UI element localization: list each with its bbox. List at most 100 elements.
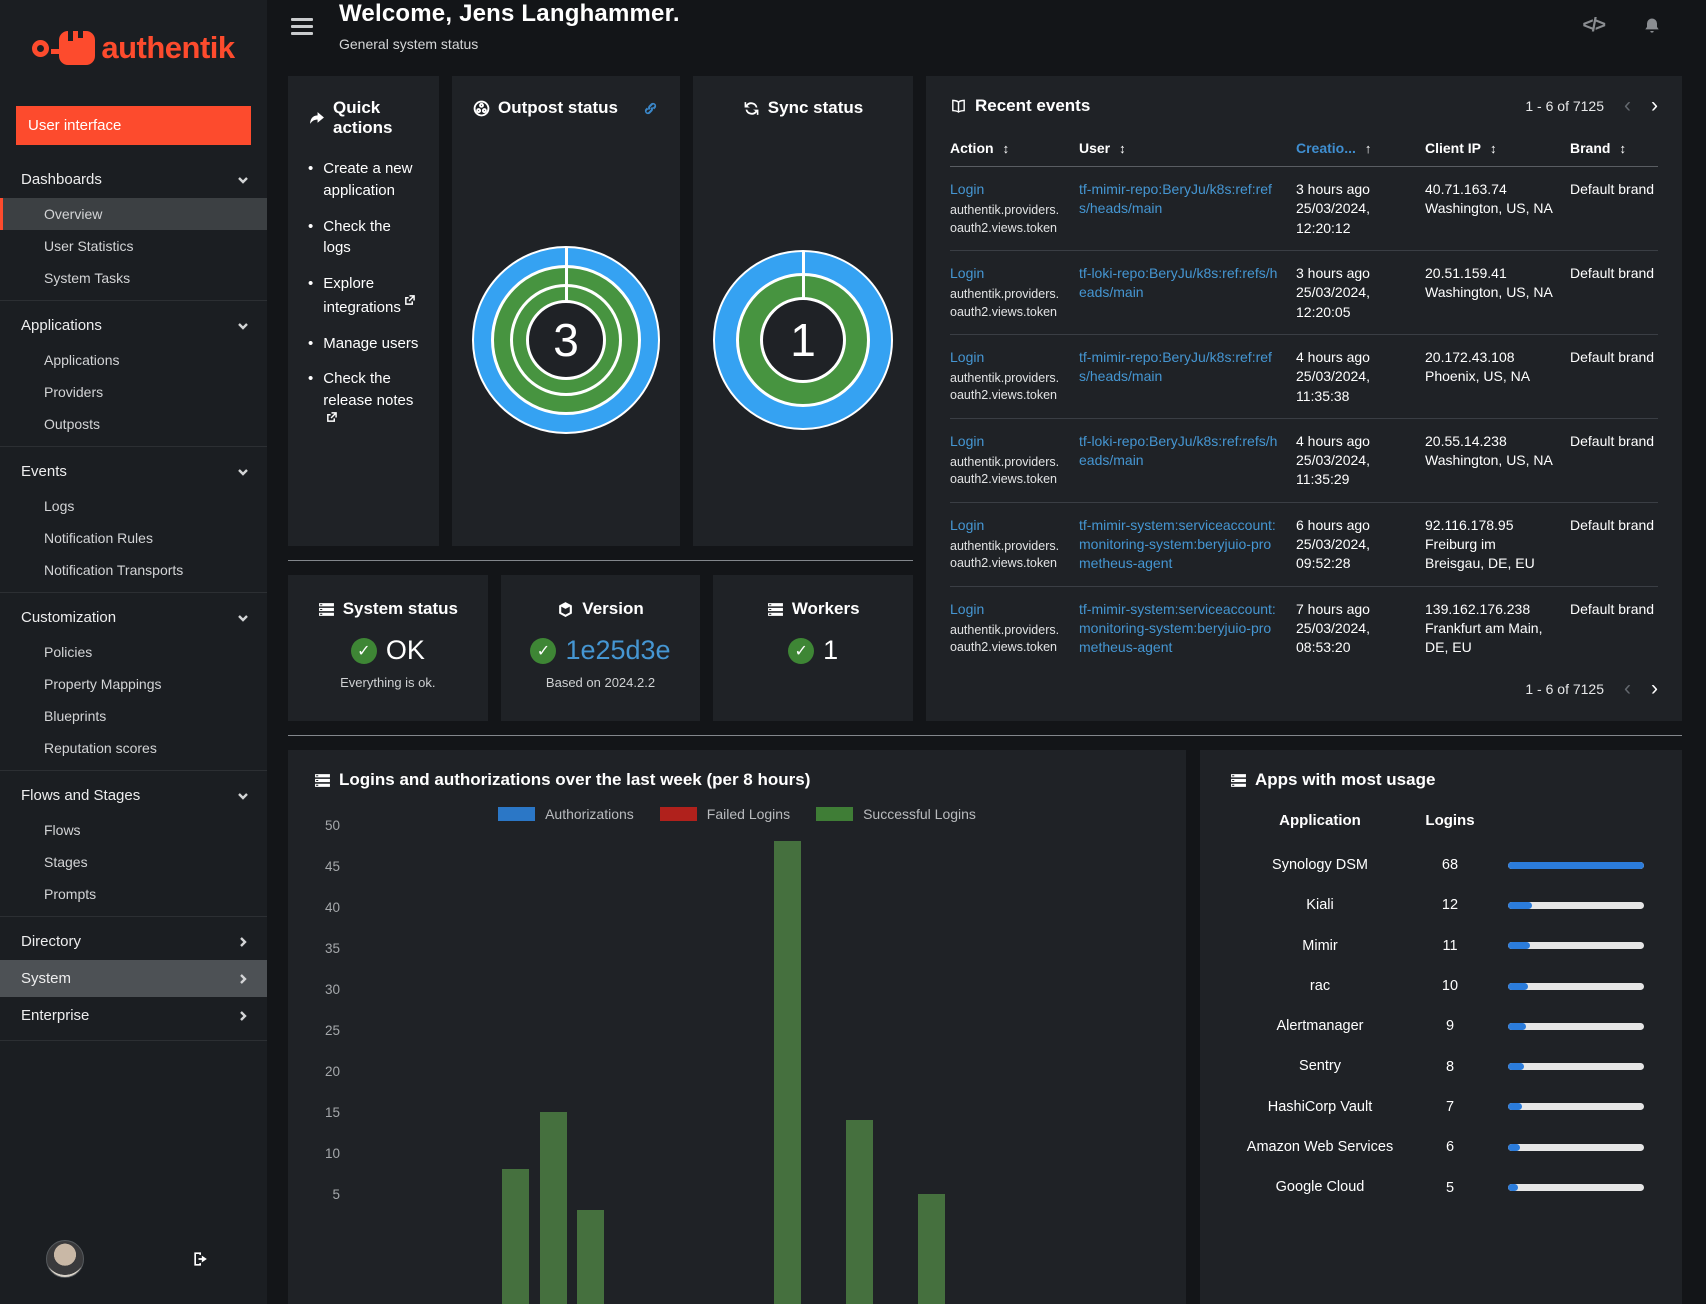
logins-chart-card: Logins and authorizations over the last … bbox=[288, 750, 1186, 1304]
event-brand: Default brand bbox=[1570, 432, 1655, 449]
column-header-user[interactable]: User ↕ bbox=[1079, 140, 1279, 156]
apps-usage-card: Apps with most usage Application Logins … bbox=[1200, 750, 1682, 1304]
column-header-action[interactable]: Action ↕ bbox=[950, 140, 1062, 156]
sidebar-item-property-mappings[interactable]: Property Mappings bbox=[0, 668, 267, 700]
quick-action-explore-integrations[interactable]: Explore integrations bbox=[323, 273, 419, 319]
event-user-link[interactable]: tf-loki-repo:BeryJu/k8s:ref:refs/heads/m… bbox=[1079, 265, 1277, 300]
apps-column-application: Application bbox=[1279, 812, 1361, 829]
system-status-title: System status bbox=[342, 599, 458, 618]
quick-actions-card: Quick actions • Create a new application… bbox=[288, 76, 439, 546]
event-action-link[interactable]: Login bbox=[950, 181, 984, 197]
sort-icon[interactable]: ↕ bbox=[1619, 141, 1626, 156]
legend-label: Successful Logins bbox=[863, 806, 976, 822]
sidebar-item-system-tasks[interactable]: System Tasks bbox=[0, 262, 267, 294]
sidebar-section-system[interactable]: System bbox=[0, 960, 267, 997]
event-user-link[interactable]: tf-mimir-repo:BeryJu/k8s:ref:refs/heads/… bbox=[1079, 181, 1272, 216]
sidebar-item-flows[interactable]: Flows bbox=[0, 814, 267, 846]
event-client-ip: 20.55.14.238 bbox=[1425, 432, 1507, 449]
event-user-link[interactable]: tf-mimir-system:serviceaccount:monitorin… bbox=[1079, 517, 1276, 572]
quick-action-manage-users[interactable]: Manage users bbox=[323, 333, 418, 355]
sidebar-item-policies[interactable]: Policies bbox=[0, 636, 267, 668]
app-usage-bar bbox=[1508, 1022, 1644, 1030]
event-time-absolute: 25/03/2024, 11:35:29 bbox=[1296, 452, 1370, 488]
sidebar-item-user-statistics[interactable]: User Statistics bbox=[0, 230, 267, 262]
server-icon bbox=[1231, 773, 1246, 787]
check-circle-icon: ✓ bbox=[530, 637, 557, 664]
notification-bell-icon[interactable] bbox=[1642, 16, 1662, 36]
chart-bar bbox=[918, 1193, 945, 1304]
event-user-link[interactable]: tf-loki-repo:BeryJu/k8s:ref:refs/heads/m… bbox=[1079, 433, 1277, 468]
sidebar-item-applications[interactable]: Applications bbox=[0, 344, 267, 376]
sidebar-item-reputation-scores[interactable]: Reputation scores bbox=[0, 732, 267, 764]
event-time-relative: 7 hours ago bbox=[1296, 600, 1370, 617]
column-header-client-ip[interactable]: Client IP ↕ bbox=[1425, 140, 1553, 156]
sidebar-item-blueprints[interactable]: Blueprints bbox=[0, 700, 267, 732]
sidebar-section-customization[interactable]: Customization bbox=[0, 599, 267, 636]
event-action-detail: authentik.providers.oauth2.views.token bbox=[950, 203, 1060, 235]
sort-icon[interactable]: ↕ bbox=[1490, 141, 1497, 156]
event-action-link[interactable]: Login bbox=[950, 517, 984, 533]
quick-action-create-application[interactable]: Create a new application bbox=[323, 158, 419, 202]
sidebar-section-directory[interactable]: Directory bbox=[0, 923, 267, 960]
app-logins: 10 bbox=[1441, 978, 1459, 995]
version-subtitle: Based on 2024.2.2 bbox=[545, 675, 656, 690]
event-user-link[interactable]: tf-mimir-repo:BeryJu/k8s:ref:refs/heads/… bbox=[1079, 349, 1272, 384]
sidebar-section-flows-and-stages[interactable]: Flows and Stages bbox=[0, 777, 267, 814]
app-name: rac bbox=[1309, 977, 1331, 994]
sidebar-item-logs[interactable]: Logs bbox=[0, 490, 267, 522]
user-interface-button[interactable]: User interface bbox=[16, 106, 251, 145]
link-icon[interactable] bbox=[642, 100, 659, 117]
event-geo: Phoenix, US, NA bbox=[1425, 368, 1531, 385]
workers-title: Workers bbox=[791, 599, 860, 618]
sidebar-item-overview[interactable]: Overview bbox=[0, 198, 267, 230]
sidebar-section-enterprise[interactable]: Enterprise bbox=[0, 997, 267, 1034]
sidebar-item-stages[interactable]: Stages bbox=[0, 846, 267, 878]
pagination-prev-button[interactable]: ‹ bbox=[1624, 678, 1631, 699]
event-action-link[interactable]: Login bbox=[950, 349, 984, 365]
pagination-prev-button[interactable]: ‹ bbox=[1624, 95, 1631, 116]
outpost-icon bbox=[473, 100, 490, 116]
pagination-next-button[interactable]: › bbox=[1651, 95, 1658, 116]
sidebar-section-applications[interactable]: Applications bbox=[0, 307, 267, 344]
logins-chart-bars bbox=[354, 833, 1154, 1304]
sidebar-item-prompts[interactable]: Prompts bbox=[0, 878, 267, 910]
event-action-link[interactable]: Login bbox=[950, 433, 984, 449]
sync-count: 1 bbox=[760, 297, 846, 383]
event-row: Login authentik.providers.oauth2.views.t… bbox=[950, 501, 1658, 586]
sidebar-section-dashboards[interactable]: Dashboards bbox=[0, 161, 267, 198]
quick-action-check-logs[interactable]: Check the logs bbox=[323, 216, 419, 260]
user-avatar[interactable] bbox=[46, 1240, 84, 1278]
event-brand: Default brand bbox=[1570, 516, 1655, 533]
external-link-icon bbox=[327, 411, 338, 422]
sidebar-item-notification-transports[interactable]: Notification Transports bbox=[0, 554, 267, 586]
event-action-link[interactable]: Login bbox=[950, 265, 984, 281]
sidebar-item-outposts[interactable]: Outposts bbox=[0, 408, 267, 440]
app-name: Kiali bbox=[1306, 897, 1334, 914]
quick-action-release-notes[interactable]: Check the release notes bbox=[323, 368, 419, 435]
event-action-link[interactable]: Login bbox=[950, 601, 984, 617]
api-code-icon[interactable]: </> bbox=[1583, 15, 1607, 37]
column-header-creation[interactable]: Creatio... ↑ bbox=[1296, 140, 1408, 156]
sign-out-icon[interactable] bbox=[191, 1249, 211, 1269]
event-client-ip: 20.51.159.41 bbox=[1425, 264, 1507, 281]
app-usage-bar bbox=[1508, 1103, 1644, 1111]
sort-icon[interactable]: ↕ bbox=[1119, 141, 1126, 156]
version-link[interactable]: 1e25d3e bbox=[565, 635, 670, 666]
sidebar-section-events[interactable]: Events bbox=[0, 453, 267, 490]
app-name: Amazon Web Services bbox=[1246, 1139, 1394, 1156]
legend-label: Failed Logins bbox=[706, 806, 791, 822]
app-usage-bar bbox=[1508, 861, 1644, 869]
event-user-link[interactable]: tf-mimir-system:serviceaccount:monitorin… bbox=[1079, 601, 1276, 656]
hamburger-menu-icon[interactable] bbox=[291, 14, 313, 39]
event-client-ip: 139.162.176.238 bbox=[1425, 600, 1531, 617]
sidebar-item-notification-rules[interactable]: Notification Rules bbox=[0, 522, 267, 554]
column-header-brand[interactable]: Brand ↕ bbox=[1570, 140, 1658, 156]
legend-label: Authorizations bbox=[545, 806, 634, 822]
sort-asc-icon[interactable]: ↑ bbox=[1365, 141, 1372, 156]
system-status-card: System status ✓ OK Everything is ok. bbox=[288, 575, 488, 721]
sidebar-item-providers[interactable]: Providers bbox=[0, 376, 267, 408]
sort-icon[interactable]: ↕ bbox=[1003, 141, 1010, 156]
key-head-icon bbox=[59, 31, 96, 65]
authentik-logo[interactable]: authentik bbox=[0, 0, 267, 92]
pagination-next-button[interactable]: › bbox=[1651, 678, 1658, 699]
